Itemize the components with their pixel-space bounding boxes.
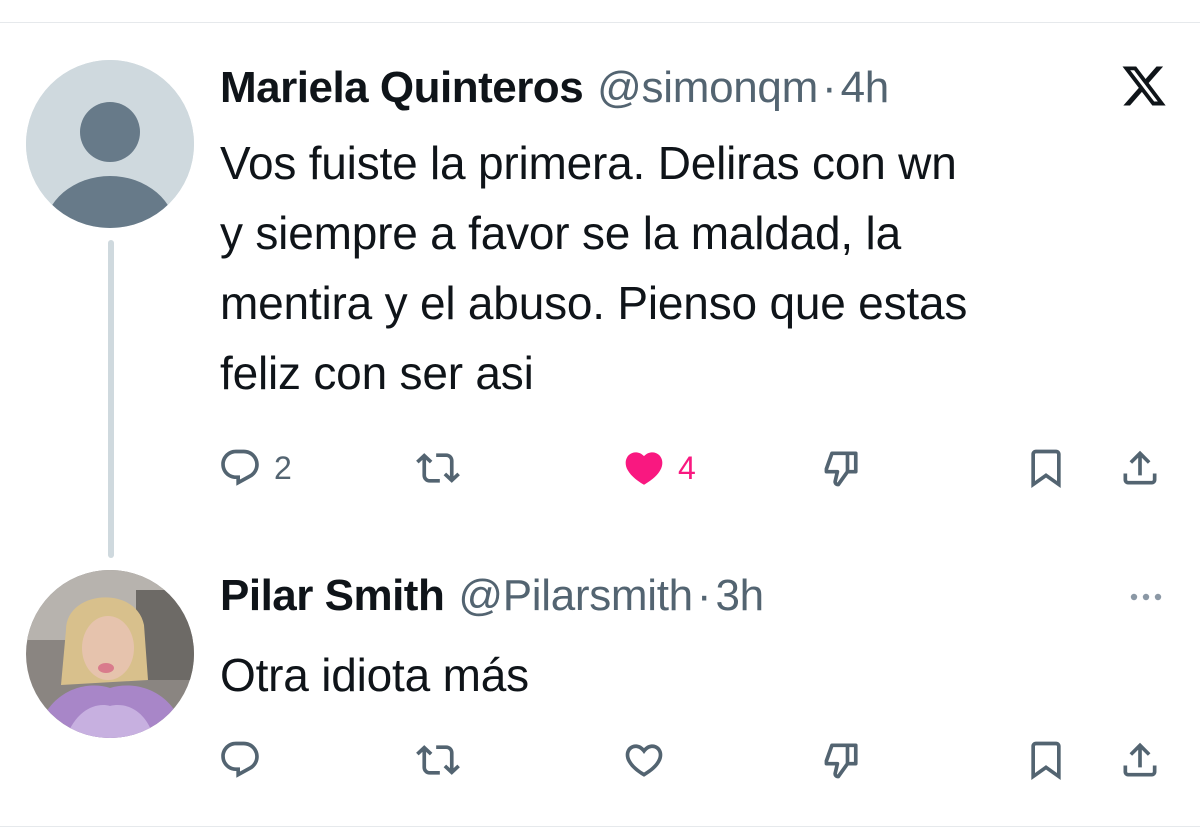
thumbs-down-icon bbox=[824, 743, 858, 779]
share-icon bbox=[1123, 742, 1157, 777]
reply-count: 2 bbox=[274, 449, 292, 486]
x-logo-icon bbox=[1122, 66, 1166, 106]
reply-button[interactable]: 2 bbox=[218, 438, 292, 498]
tweet-text: Vos fuiste la primera. Deliras con wn y … bbox=[220, 128, 1160, 408]
share-button[interactable] bbox=[1118, 730, 1162, 790]
profile-photo-avatar bbox=[26, 570, 194, 738]
dislike-button[interactable] bbox=[820, 730, 864, 790]
heart-filled-icon bbox=[625, 452, 663, 485]
tweet-text-line: Otra idiota más bbox=[220, 649, 529, 701]
like-count: 4 bbox=[678, 449, 696, 486]
tweet-text-line: feliz con ser asi bbox=[220, 347, 534, 399]
default-avatar-icon bbox=[26, 60, 194, 228]
share-icon bbox=[1123, 450, 1157, 485]
dislike-button[interactable] bbox=[820, 438, 864, 498]
tweet-header: Mariela Quinteros @simonqm · 4h bbox=[220, 58, 889, 118]
heart-outline-icon bbox=[625, 744, 663, 777]
bookmark-button[interactable] bbox=[1024, 438, 1068, 498]
separator-dot: · bbox=[696, 571, 712, 620]
tweet-mariela[interactable]: Mariela Quinteros @simonqm · 4h Vos fuis… bbox=[0, 0, 1200, 558]
tweet-text-line: Vos fuiste la primera. Deliras con wn bbox=[220, 137, 957, 189]
user-handle[interactable]: @simonqm bbox=[597, 58, 818, 118]
action-bar bbox=[0, 730, 1200, 790]
thumbs-down-icon bbox=[824, 451, 858, 487]
bookmark-button[interactable] bbox=[1024, 730, 1068, 790]
user-handle[interactable]: @Pilarsmith bbox=[458, 566, 693, 626]
retweet-button[interactable] bbox=[416, 730, 460, 790]
avatar[interactable] bbox=[26, 570, 194, 738]
like-button[interactable]: 4 bbox=[622, 438, 696, 498]
tweet-text: Otra idiota más bbox=[220, 640, 1120, 710]
timestamp[interactable]: 3h bbox=[716, 566, 765, 626]
avatar[interactable] bbox=[26, 60, 194, 228]
timestamp[interactable]: 4h bbox=[841, 58, 890, 118]
thread-line bbox=[108, 240, 114, 558]
retweet-icon bbox=[416, 453, 460, 483]
bookmark-icon bbox=[1031, 449, 1061, 489]
bottom-divider bbox=[0, 826, 1200, 827]
share-button[interactable] bbox=[1118, 438, 1162, 498]
retweet-icon bbox=[416, 745, 460, 775]
retweet-button[interactable] bbox=[416, 438, 460, 498]
tweet-text-line: y siempre a favor se la maldad, la bbox=[220, 207, 901, 259]
tweet-text-line: mentira y el abuso. Pienso que estas bbox=[220, 277, 968, 329]
tweet-header: Pilar Smith @Pilarsmith · 3h bbox=[220, 566, 764, 626]
reply-icon bbox=[221, 741, 259, 778]
display-name[interactable]: Mariela Quinteros bbox=[220, 58, 584, 118]
bookmark-icon bbox=[1031, 741, 1061, 781]
separator-dot: · bbox=[821, 63, 837, 112]
action-bar: 2 4 bbox=[0, 438, 1200, 498]
tweet-pilar[interactable]: Pilar Smith @Pilarsmith · 3h Otra idiota… bbox=[0, 560, 1200, 820]
display-name[interactable]: Pilar Smith bbox=[220, 566, 445, 626]
like-button[interactable] bbox=[622, 730, 666, 790]
reply-button[interactable] bbox=[218, 730, 262, 790]
more-options-icon[interactable] bbox=[1122, 582, 1170, 612]
reply-icon bbox=[221, 449, 259, 486]
